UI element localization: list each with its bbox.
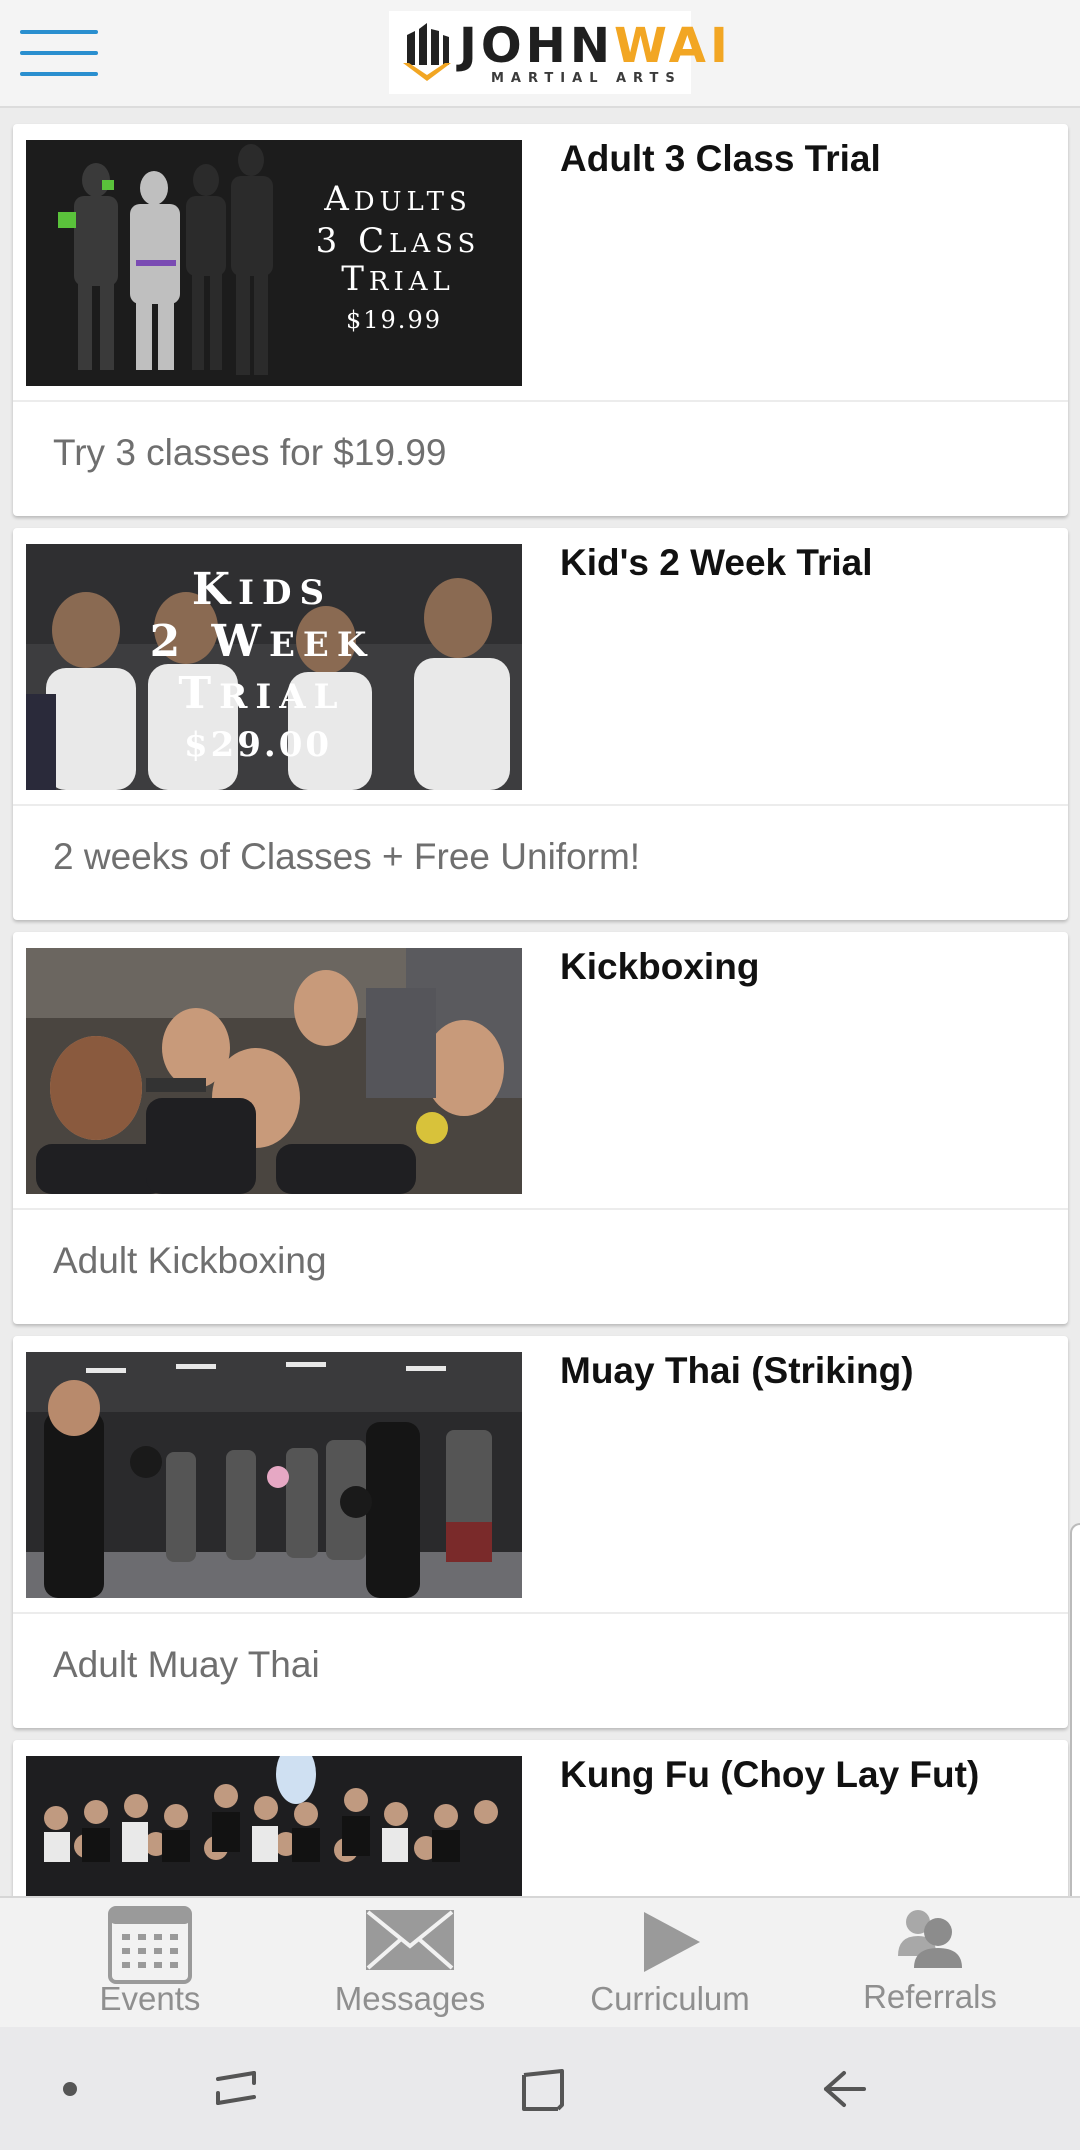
program-card[interactable]: Muay Thai (Striking) Adult Muay Thai	[13, 1336, 1068, 1728]
back-icon[interactable]	[822, 2069, 868, 2109]
program-card[interactable]: KIDS 2 WEEK TRIAL $29.00 Kid's 2 Week Tr…	[13, 528, 1068, 920]
tab-curriculum[interactable]: Curriculum	[540, 1898, 800, 2029]
people-icon	[898, 1910, 962, 1968]
envelope-icon	[366, 1910, 454, 1970]
tab-label: Referrals	[863, 1978, 997, 2015]
program-description: Adult Muay Thai	[53, 1644, 320, 1685]
program-card[interactable]: Kung Fu (Choy Lay Fut)	[13, 1740, 1068, 1896]
logo-wordmark: JOHNWAI	[459, 18, 732, 74]
program-title: Kickboxing	[560, 946, 760, 987]
app-root: JOHNWAI MARTIAL ARTS ADULTS 3 CLASS TRIA…	[0, 0, 1080, 2150]
tab-label: Curriculum	[590, 1980, 750, 2017]
logo-tagline: MARTIAL ARTS	[491, 71, 682, 86]
program-list[interactable]: ADULTS 3 CLASS TRIAL $19.99 Adult 3 Clas…	[0, 110, 1080, 1896]
app-header: JOHNWAI MARTIAL ARTS	[0, 0, 1080, 108]
hamburger-menu-icon[interactable]	[20, 30, 98, 76]
bottom-tab-bar: Events Messages Curriculum Referrals	[0, 1896, 1080, 2027]
program-title: Adult 3 Class Trial	[560, 138, 881, 179]
tab-label: Messages	[334, 1980, 486, 2017]
program-title: Kung Fu (Choy Lay Fut)	[560, 1754, 980, 1795]
program-card[interactable]: ADULTS 3 CLASS TRIAL $19.99 Adult 3 Clas…	[13, 124, 1068, 516]
calendar-icon	[108, 1906, 192, 1984]
program-image: KIDS 2 WEEK TRIAL $29.00	[26, 544, 522, 790]
card-divider	[13, 1612, 1068, 1614]
tab-events[interactable]: Events	[20, 1898, 280, 2029]
tab-label: Events	[99, 1980, 201, 2017]
logo-emblem-icon	[403, 23, 451, 81]
program-image	[26, 1352, 522, 1598]
john-wai-logo[interactable]: JOHNWAI MARTIAL ARTS	[389, 11, 728, 94]
card-divider	[13, 804, 1068, 806]
recent-apps-icon[interactable]	[214, 2067, 260, 2111]
svg-text:$29.00: $29.00	[184, 725, 332, 765]
system-navigation-bar	[0, 2027, 1080, 2150]
svg-text:$19.99: $19.99	[346, 306, 442, 334]
dot-icon[interactable]	[62, 2081, 78, 2097]
tab-messages[interactable]: Messages	[280, 1898, 540, 2029]
program-description: Try 3 classes for $19.99	[53, 432, 447, 473]
home-icon[interactable]	[520, 2067, 566, 2113]
program-description: 2 weeks of Classes + Free Uniform!	[53, 836, 641, 877]
play-icon	[644, 1912, 700, 1972]
program-title: Muay Thai (Striking)	[560, 1350, 914, 1391]
program-image: ADULTS 3 CLASS TRIAL $19.99	[26, 140, 522, 386]
program-image	[26, 948, 522, 1194]
card-divider	[13, 1208, 1068, 1210]
tab-referrals[interactable]: Referrals	[800, 1898, 1060, 2029]
program-image	[26, 1756, 522, 1896]
program-card[interactable]: Kickboxing Adult Kickboxing	[13, 932, 1068, 1324]
card-divider	[13, 400, 1068, 402]
program-description: Adult Kickboxing	[53, 1240, 327, 1281]
program-title: Kid's 2 Week Trial	[560, 542, 873, 583]
